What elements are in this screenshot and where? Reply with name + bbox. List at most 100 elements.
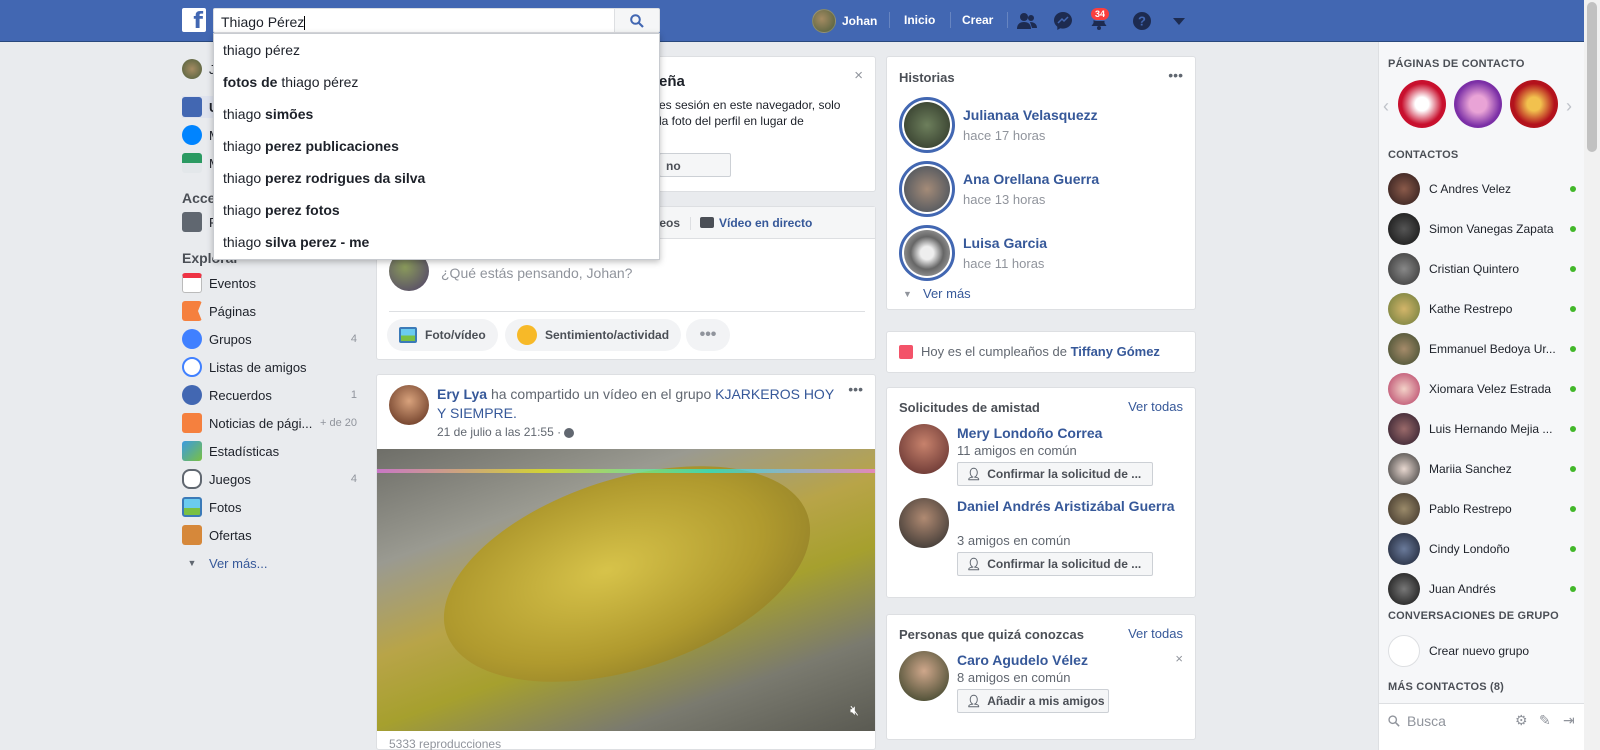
sidebar-item-events[interactable]: Eventos: [182, 272, 357, 294]
new-message-icon[interactable]: ✎: [1539, 712, 1551, 729]
contact-item[interactable]: Cindy Londoño: [1388, 531, 1576, 567]
scrollbar-thumb[interactable]: [1587, 2, 1597, 152]
mute-icon[interactable]: 🔇︎: [850, 702, 859, 719]
search-button[interactable]: [614, 8, 660, 33]
birthday-name-link[interactable]: Tiffany Gómez: [1071, 344, 1160, 359]
avatar[interactable]: [389, 385, 429, 425]
dismiss-close-icon[interactable]: ×: [1175, 651, 1183, 666]
confirm-request-button[interactable]: 👤︎ Confirmar la solicitud de ...: [957, 462, 1153, 486]
search-input[interactable]: Thiago Pérez: [213, 8, 614, 33]
sidebar-item-offers[interactable]: Ofertas: [182, 524, 357, 546]
more-contacts-header[interactable]: MÁS CONTACTOS (8): [1388, 681, 1504, 693]
sidebar-item-pages-feed[interactable]: Noticias de pági... + de 20: [182, 412, 357, 434]
post-video[interactable]: 🔇︎: [377, 449, 875, 731]
avatar[interactable]: [899, 651, 949, 701]
sidebar-item-insights[interactable]: Estadísticas: [182, 440, 357, 462]
chevron-left-icon[interactable]: ‹: [1383, 96, 1389, 117]
friend-request-name[interactable]: Mery Londoño Correa: [957, 425, 1102, 441]
contact-item[interactable]: Mariia Sanchez: [1388, 451, 1576, 487]
contact-page-avatar[interactable]: [1398, 80, 1446, 128]
svg-text:?: ?: [1138, 14, 1146, 29]
friend-requests-see-all[interactable]: Ver todas: [1128, 399, 1183, 414]
contact-item[interactable]: Juan Andrés: [1388, 571, 1576, 607]
story-name[interactable]: Julianaa Velasquezz: [963, 107, 1098, 123]
story-thumbnail[interactable]: [899, 161, 955, 217]
post-header: Ery Lya ha compartido un vídeo en el gru…: [437, 385, 837, 423]
feeling-activity-button[interactable]: Sentimiento/actividad: [505, 319, 682, 351]
help-icon[interactable]: ?: [1131, 10, 1153, 32]
sidebar-item-label: Páginas: [209, 303, 256, 319]
stories-options-icon[interactable]: •••: [1168, 67, 1183, 83]
contact-item[interactable]: Emmanuel Bedoya Ur...: [1388, 331, 1576, 367]
contact-item[interactable]: Luis Hernando Mejia ...: [1388, 411, 1576, 447]
divider: [389, 311, 865, 312]
chat-search-input[interactable]: Busca: [1407, 713, 1446, 729]
sidebar-item-count: 4: [350, 473, 357, 485]
create-link[interactable]: Crear: [962, 13, 993, 27]
profile-link[interactable]: Johan: [812, 8, 877, 34]
account-menu-chevron-down-icon[interactable]: [1168, 10, 1190, 32]
see-more-link[interactable]: ▼ Ver más...: [182, 552, 357, 574]
pymk-name[interactable]: Caro Agudelo Vélez: [957, 652, 1088, 668]
sidebar-item-memories[interactable]: Recuerdos 1: [182, 384, 357, 406]
contact-item[interactable]: Pablo Restrepo: [1388, 491, 1576, 527]
sidebar-item-games[interactable]: Juegos 4: [182, 468, 357, 490]
contact-item[interactable]: Cristian Quintero: [1388, 251, 1576, 287]
story-name[interactable]: Luisa Garcia: [963, 235, 1047, 251]
stories-see-more[interactable]: Ver más: [923, 286, 971, 301]
gear-icon[interactable]: ⚙: [1515, 712, 1528, 729]
pymk-see-all[interactable]: Ver todas: [1128, 626, 1183, 641]
search-suggestion[interactable]: thiago silva perez - me: [214, 226, 659, 258]
search-suggestion[interactable]: thiago perez rodrigues da silva: [214, 162, 659, 194]
contact-item[interactable]: Kathe Restrepo: [1388, 291, 1576, 327]
composer-placeholder[interactable]: ¿Qué estás pensando, Johan?: [441, 265, 632, 281]
contact-item[interactable]: C Andres Velez: [1388, 171, 1576, 207]
friend-requests-title: Solicitudes de amistad: [899, 400, 1040, 415]
story-thumbnail[interactable]: [899, 225, 955, 281]
contact-item[interactable]: Xiomara Velez Estrada: [1388, 371, 1576, 407]
search-suggestion[interactable]: thiago perez fotos: [214, 194, 659, 226]
avatar[interactable]: [899, 424, 949, 474]
post-date[interactable]: 21 de julio a las 21:55 ·: [437, 425, 564, 439]
suggestion-text: thiago: [223, 106, 266, 122]
sidebar-item-photos[interactable]: Fotos: [182, 496, 357, 518]
messenger-icon[interactable]: [1052, 10, 1074, 32]
sidebar-item-groups[interactable]: Grupos 4: [182, 328, 357, 350]
close-icon[interactable]: ×: [854, 67, 863, 84]
friend-requests-icon[interactable]: [1016, 10, 1038, 32]
chevron-right-icon[interactable]: ›: [1566, 96, 1572, 117]
facebook-logo-icon[interactable]: f: [182, 8, 206, 32]
search-suggestion[interactable]: thiago perez publicaciones: [214, 130, 659, 162]
notice-button[interactable]: no: [659, 153, 731, 177]
story-name[interactable]: Ana Orellana Guerra: [963, 171, 1099, 187]
sidebar-item-friend-lists[interactable]: Listas de amigos: [182, 356, 357, 378]
search-suggestion[interactable]: thiago pérez: [214, 34, 659, 66]
create-group-button[interactable]: Crear nuevo grupo: [1388, 633, 1576, 669]
contact-page-avatar[interactable]: [1454, 80, 1502, 128]
confirm-request-button[interactable]: 👤︎ Confirmar la solicitud de ...: [957, 552, 1153, 576]
post-options-icon[interactable]: •••: [848, 381, 863, 397]
friend-request-name[interactable]: Daniel Andrés Aristizábal Guerra: [957, 498, 1177, 515]
search-suggestion[interactable]: thiago simões: [214, 98, 659, 130]
avatar[interactable]: [899, 498, 949, 548]
post-author-link[interactable]: Ery Lya: [437, 386, 487, 402]
contact-page-avatar[interactable]: [1510, 80, 1558, 128]
contact-item[interactable]: Simon Vanegas Zapata: [1388, 211, 1576, 247]
sidebar-item-label: Recuerdos: [209, 387, 272, 403]
more-options-button[interactable]: •••: [686, 319, 730, 351]
contact-name: Kathe Restrepo: [1429, 302, 1513, 316]
story-thumbnail[interactable]: [899, 97, 955, 153]
home-link[interactable]: Inicio: [904, 13, 935, 27]
story-time: hace 13 horas: [963, 192, 1046, 207]
suggestion-text: thiago: [223, 234, 266, 250]
add-friend-button[interactable]: 👤︎ Añadir a mis amigos: [957, 689, 1109, 713]
photo-video-button[interactable]: Foto/vídeo: [387, 319, 498, 351]
friend-requests-card: Solicitudes de amistad Ver todas Mery Lo…: [886, 387, 1196, 598]
post-meta: 21 de julio a las 21:55 ·: [437, 425, 575, 439]
tab-live-video[interactable]: Vídeo en directo: [719, 216, 812, 230]
sidebar-item-pages[interactable]: Páginas: [182, 300, 357, 322]
hide-sidebar-icon[interactable]: ⇥: [1563, 712, 1575, 729]
contact-pages-header: PÁGINAS DE CONTACTO: [1388, 58, 1525, 70]
search-suggestion[interactable]: fotos de thiago pérez: [214, 66, 659, 98]
divider: [950, 12, 951, 28]
